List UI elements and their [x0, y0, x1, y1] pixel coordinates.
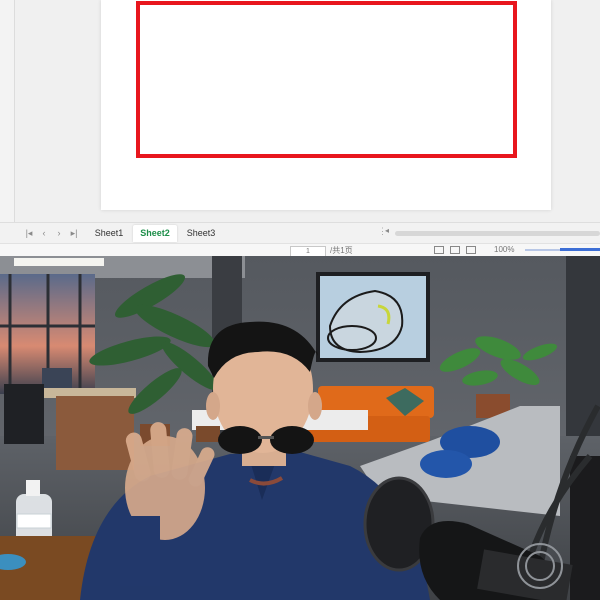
zoom-level[interactable]: 100% [494, 245, 514, 254]
webcam-feed [0, 256, 600, 600]
page-break-view-icon[interactable] [466, 246, 476, 254]
horizontal-scrollbar[interactable] [395, 231, 600, 236]
webcam-scene [0, 256, 600, 600]
scroll-left-icon[interactable]: ◂ [385, 226, 389, 235]
status-bar: 1 /共1页 100% [0, 243, 600, 256]
page-total-label: /共1页 [330, 246, 353, 255]
page-number-input[interactable]: 1 [290, 246, 326, 256]
worksheet-page[interactable] [101, 0, 551, 210]
monitor [42, 368, 72, 388]
desk-cabinet [56, 396, 134, 470]
next-sheet-icon[interactable]: › [53, 226, 65, 240]
office-chair [4, 384, 44, 444]
normal-view-icon[interactable] [434, 246, 444, 254]
tab-sheet2[interactable]: Sheet2 [133, 225, 177, 242]
page-layout-icon[interactable] [450, 246, 460, 254]
zoom-slider[interactable] [525, 248, 600, 251]
ceiling-light [14, 258, 104, 266]
first-sheet-icon[interactable]: |◂ [23, 226, 35, 240]
left-ruler [0, 0, 15, 222]
prev-sheet-icon[interactable]: ‹ [38, 226, 50, 240]
last-sheet-icon[interactable]: ▸| [68, 226, 80, 240]
tab-sheet1[interactable]: Sheet1 [88, 225, 130, 242]
tab-sheet3[interactable]: Sheet3 [180, 225, 222, 242]
blue-cushion-2 [420, 450, 472, 478]
sheet-tab-bar: |◂ ‹ › ▸| Sheet1 Sheet2 Sheet3 ⋮ ◂ [0, 222, 600, 243]
red-rectangle-shape[interactable] [136, 1, 517, 158]
spreadsheet-app: |◂ ‹ › ▸| Sheet1 Sheet2 Sheet3 ⋮ ◂ 1 /共1… [0, 0, 600, 256]
